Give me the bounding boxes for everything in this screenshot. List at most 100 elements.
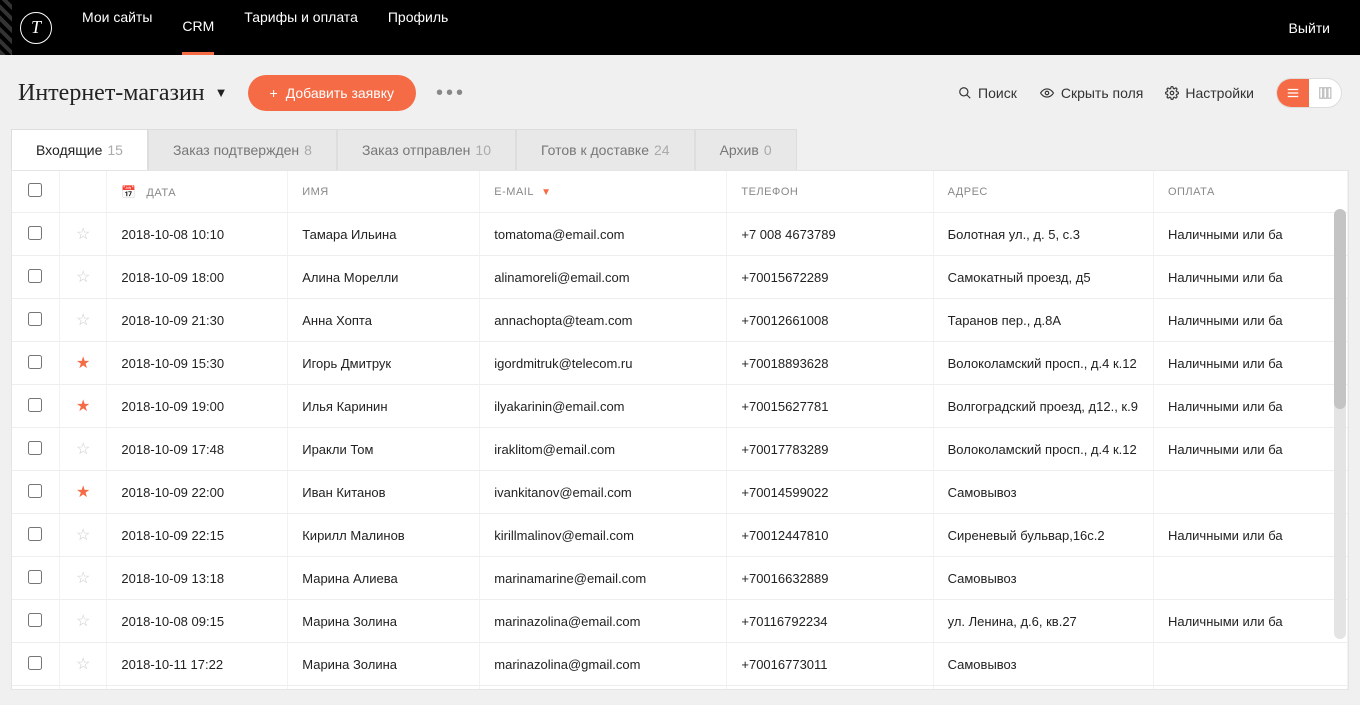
table-row[interactable]: ★ 2018-10-09 22:00 Иван Китанов ivankita… (12, 471, 1348, 514)
cell-payment (1153, 686, 1347, 690)
add-request-button[interactable]: + Добавить заявку (248, 75, 416, 111)
data-table-wrap: 📅 ДАТА ИМЯ E-MAIL ▼ ТЕЛЕФОН АДРЕС ОПЛАТА… (11, 170, 1349, 690)
subheader: Интернет-магазин ▼ + Добавить заявку •••… (0, 55, 1360, 129)
cell-email: alinamoreli@email.com (480, 256, 727, 299)
settings-action[interactable]: Настройки (1165, 85, 1254, 101)
list-view-button[interactable] (1277, 79, 1309, 107)
row-checkbox[interactable] (28, 269, 42, 283)
star-icon[interactable]: ☆ (76, 226, 90, 243)
col-header-date[interactable]: 📅 ДАТА (107, 171, 288, 213)
star-icon[interactable]: ☆ (76, 312, 90, 329)
tab-count: 15 (107, 142, 123, 158)
row-checkbox[interactable] (28, 355, 42, 369)
tab-confirmed[interactable]: Заказ подтвержден 8 (148, 129, 337, 170)
row-checkbox[interactable] (28, 226, 42, 240)
row-checkbox[interactable] (28, 527, 42, 541)
cell-email: marinazolina@email.com (480, 600, 727, 643)
tilda-logo[interactable]: T (20, 12, 52, 44)
search-action[interactable]: Поиск (958, 85, 1017, 101)
row-checkbox[interactable] (28, 484, 42, 498)
row-checkbox[interactable] (28, 441, 42, 455)
calendar-icon: 📅 (121, 185, 136, 199)
col-header-email[interactable]: E-MAIL ▼ (480, 171, 727, 213)
board-view-button[interactable] (1309, 79, 1341, 107)
col-header-address[interactable]: АДРЕС (933, 171, 1153, 213)
col-header-name[interactable]: ИМЯ (288, 171, 480, 213)
cell-date: 2018-10-11 17:22 (107, 643, 288, 686)
col-header-payment[interactable]: ОПЛАТА (1153, 171, 1347, 213)
nav-link-crm[interactable]: CRM (182, 18, 214, 55)
star-icon[interactable]: ★ (76, 355, 90, 372)
table-row[interactable]: ☆ 2018-10-08 10:10 Тамара Ильина tomatom… (12, 213, 1348, 256)
scrollbar[interactable] (1334, 209, 1346, 639)
cell-name: Игорь Дмитрук (288, 342, 480, 385)
star-icon[interactable]: ☆ (76, 527, 90, 544)
logout-link[interactable]: Выйти (1289, 20, 1330, 36)
nav-link-profile[interactable]: Профиль (388, 9, 448, 46)
tab-label: Готов к доставке (541, 142, 649, 158)
table-row[interactable]: ☆ 2018-10-09 18:17 Милан Кички milannaki… (12, 686, 1348, 690)
cell-address: Волгоградский проезд, д12., к.9 (933, 385, 1153, 428)
col-header-phone[interactable]: ТЕЛЕФОН (727, 171, 933, 213)
cell-date: 2018-10-09 18:00 (107, 256, 288, 299)
cell-date: 2018-10-09 19:00 (107, 385, 288, 428)
tab-ready[interactable]: Готов к доставке 24 (516, 129, 695, 170)
cell-email: ilyakarinin@email.com (480, 385, 727, 428)
hide-fields-action[interactable]: Скрыть поля (1039, 85, 1144, 101)
table-row[interactable]: ☆ 2018-10-08 09:15 Марина Золина marinaz… (12, 600, 1348, 643)
gear-icon (1165, 86, 1179, 100)
cell-payment (1153, 471, 1347, 514)
star-icon[interactable]: ☆ (76, 441, 90, 458)
cell-name: Анна Хопта (288, 299, 480, 342)
row-checkbox[interactable] (28, 656, 42, 670)
star-icon[interactable]: ☆ (76, 613, 90, 630)
table-row[interactable]: ★ 2018-10-09 19:00 Илья Каринин ilyakari… (12, 385, 1348, 428)
select-all-checkbox[interactable] (28, 183, 42, 197)
star-icon[interactable]: ☆ (76, 570, 90, 587)
cell-payment: Наличными или ба (1153, 514, 1347, 557)
table-row[interactable]: ☆ 2018-10-09 17:48 Иракли Том iraklitom@… (12, 428, 1348, 471)
col-label: ДАТА (146, 187, 176, 199)
star-icon[interactable]: ☆ (76, 656, 90, 673)
star-icon[interactable]: ☆ (76, 269, 90, 286)
tab-count: 0 (764, 142, 772, 158)
row-checkbox[interactable] (28, 570, 42, 584)
star-icon[interactable]: ★ (76, 484, 90, 501)
sort-down-icon: ▼ (541, 187, 551, 198)
cell-address: Самовывоз (933, 557, 1153, 600)
tab-sent[interactable]: Заказ отправлен 10 (337, 129, 516, 170)
cell-name: Милан Кички (288, 686, 480, 690)
cell-payment: Наличными или ба (1153, 256, 1347, 299)
cell-date: 2018-10-08 10:10 (107, 213, 288, 256)
table-row[interactable]: ☆ 2018-10-09 13:18 Марина Алиева marinam… (12, 557, 1348, 600)
cell-phone: +70016782678 (727, 686, 933, 690)
shop-selector[interactable]: Интернет-магазин ▼ (18, 80, 228, 107)
star-icon[interactable]: ★ (76, 398, 90, 415)
add-request-label: Добавить заявку (286, 85, 394, 101)
tab-inbox[interactable]: Входящие 15 (11, 129, 148, 170)
cell-phone: +70012447810 (727, 514, 933, 557)
table-row[interactable]: ☆ 2018-10-11 17:22 Марина Золина marinaz… (12, 643, 1348, 686)
cell-address: Таранов пер., д.8А (933, 299, 1153, 342)
cell-name: Тамара Ильина (288, 213, 480, 256)
data-table: 📅 ДАТА ИМЯ E-MAIL ▼ ТЕЛЕФОН АДРЕС ОПЛАТА… (12, 171, 1348, 689)
more-menu-button[interactable]: ••• (436, 82, 466, 105)
cell-address: Болотная ул., д. 5, с.3 (933, 213, 1153, 256)
table-row[interactable]: ★ 2018-10-09 15:30 Игорь Дмитрук igordmi… (12, 342, 1348, 385)
cell-name: Кирилл Малинов (288, 514, 480, 557)
settings-label: Настройки (1185, 85, 1254, 101)
tab-count: 10 (475, 142, 491, 158)
nav-link-billing[interactable]: Тарифы и оплата (244, 9, 358, 46)
tab-archive[interactable]: Архив 0 (695, 129, 797, 170)
tab-label: Архив (720, 142, 759, 158)
row-checkbox[interactable] (28, 312, 42, 326)
row-checkbox[interactable] (28, 613, 42, 627)
cell-date: 2018-10-09 15:30 (107, 342, 288, 385)
row-checkbox[interactable] (28, 398, 42, 412)
table-row[interactable]: ☆ 2018-10-09 22:15 Кирилл Малинов kirill… (12, 514, 1348, 557)
nav-link-sites[interactable]: Мои сайты (82, 9, 152, 46)
table-row[interactable]: ☆ 2018-10-09 21:30 Анна Хопта annachopta… (12, 299, 1348, 342)
scrollbar-thumb[interactable] (1334, 209, 1346, 409)
table-row[interactable]: ☆ 2018-10-09 18:00 Алина Морелли alinamo… (12, 256, 1348, 299)
cell-address: ул. Ленина, д.6, кв.27 (933, 600, 1153, 643)
